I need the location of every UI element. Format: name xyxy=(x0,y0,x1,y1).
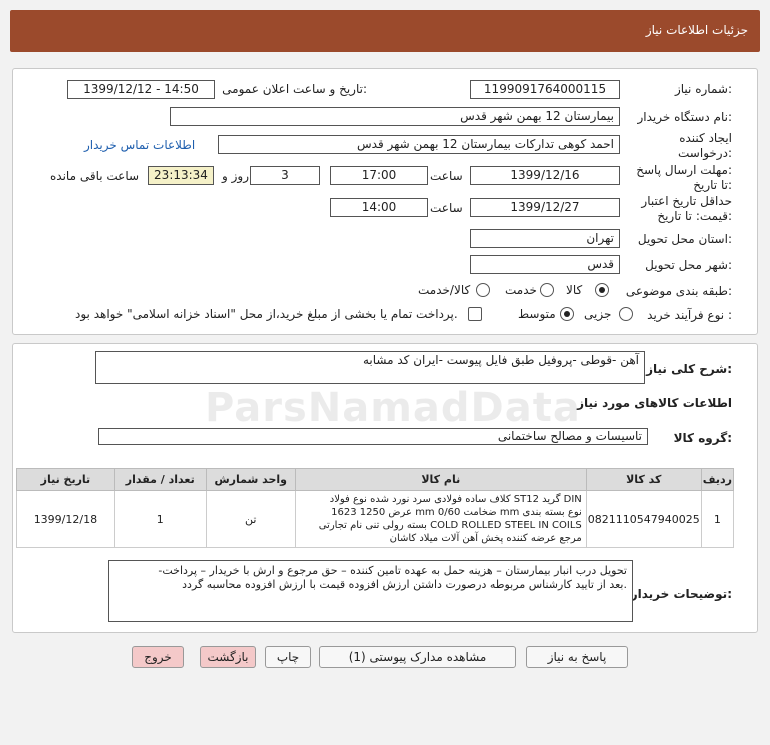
print-button[interactable]: چاپ xyxy=(265,646,311,668)
validity-label-1: حداقل تاریخ اعتبار xyxy=(641,194,732,208)
cell-date: 1399/12/18 xyxy=(16,490,115,548)
cell-name: کلاف ساده فولادی سرد نورد شده نوع فولاد … xyxy=(294,490,587,548)
remaining-time-label: ساعت باقی مانده xyxy=(50,169,140,183)
col-qty: تعداد / مقدار xyxy=(113,468,207,491)
category-label: طبقه بندی موضوعی: xyxy=(625,284,732,298)
process-radio-medium[interactable] xyxy=(560,307,574,321)
cell-name-line: کلاف ساده فولادی سرد نورد شده نوع فولاد … xyxy=(329,494,582,505)
reply-button[interactable]: پاسخ به نیاز xyxy=(526,646,628,668)
category-option-goods: کالا xyxy=(566,283,583,297)
buyer-notes-label: توضیحات خریدار: xyxy=(630,587,732,601)
validity-time-field: 14:00 xyxy=(330,198,428,217)
treasury-checkbox[interactable] xyxy=(468,307,482,321)
col-index: ردیف xyxy=(700,468,735,491)
back-button[interactable]: بازگشت xyxy=(200,646,256,668)
remaining-time-field: 23:13:34 xyxy=(148,166,214,185)
table-header-row: تاریخ نیاز تعداد / مقدار واحد شمارش نام … xyxy=(16,468,735,491)
cell-unit: تن xyxy=(205,490,296,548)
buyer-org-label: نام دستگاه خریدار: xyxy=(637,110,733,124)
days-label: روز و xyxy=(222,169,249,183)
col-name: نام کالا xyxy=(294,468,587,491)
validity-label-2: قیمت: تا تاریخ: xyxy=(657,209,732,223)
city-field: قدس xyxy=(470,255,620,274)
cell-qty: 1 xyxy=(113,490,207,548)
reply-deadline-label-2: تا تاریخ: xyxy=(693,178,732,192)
goods-group-field: تاسیسات و مصالح ساختمانی xyxy=(98,428,648,445)
buyer-notes-line: بعد از تایید کارشناس مربوطه درصورت داشتن… xyxy=(182,578,627,591)
cell-name-line: مرجع عرضه کننده پخش آهن آلات میلاد کاشان xyxy=(389,533,582,544)
category-option-service: خدمت xyxy=(505,283,537,297)
buyer-notes-line: -تحویل درب انبار بیمارستان – هزینه حمل ب… xyxy=(158,564,627,577)
reply-date-field: 1399/12/16 xyxy=(470,166,620,185)
page-title: جزئیات اطلاعات نیاز xyxy=(645,23,748,37)
validity-time-label: ساعت xyxy=(430,201,463,215)
creator-label-1: ایجاد کننده xyxy=(679,131,732,145)
goods-table: تاریخ نیاز تعداد / مقدار واحد شمارش نام … xyxy=(16,468,735,548)
summary-label: شرح کلی نیاز: xyxy=(646,362,732,376)
page-header: جزئیات اطلاعات نیاز xyxy=(10,10,760,52)
cell-name-line: 1623 عرض 1250 mm ضخامت 0/60 mm نوع بسته … xyxy=(331,507,582,518)
exit-button[interactable]: خروج xyxy=(132,646,184,668)
announce-field: 1399/12/12 - 14:50 xyxy=(67,80,215,99)
creator-label-2: درخواست: xyxy=(678,146,732,160)
creator-field: احمد کوهی تدارکات بیمارستان 12 بهمن شهر … xyxy=(218,135,620,154)
validity-date-field: 1399/12/27 xyxy=(470,198,620,217)
treasury-note: پرداخت تمام یا بخشی از مبلغ خرید،از محل … xyxy=(75,307,458,321)
process-option-medium: متوسط xyxy=(518,307,556,321)
reply-time-field: 17:00 xyxy=(330,166,428,185)
buyer-org-field: بیمارستان 12 بهمن شهر قدس xyxy=(170,107,620,126)
col-unit: واحد شمارش xyxy=(205,468,296,491)
province-label: استان محل تحویل: xyxy=(637,232,732,246)
city-label: شهر محل تحویل: xyxy=(645,258,732,272)
announce-label: تاریخ و ساعت اعلان عمومی: xyxy=(222,82,367,96)
attachments-button[interactable]: مشاهده مدارک پیوستی (1) xyxy=(319,646,516,668)
cell-name-line: بسته رولی تنی نام تجارتی COLD ROLLED STE… xyxy=(318,520,582,531)
need-number-field: 1199091764000115 xyxy=(470,80,620,99)
summary-field: آهن -قوطی -پروفیل طبق فایل پیوست -ایران … xyxy=(95,351,645,384)
reply-deadline-label-1: مهلت ارسال پاسخ: xyxy=(636,163,732,177)
process-label: نوع فرآیند خرید : xyxy=(647,308,732,322)
process-option-minor: جزیی xyxy=(584,307,612,321)
contact-info-link[interactable]: اطلاعات تماس خریدار xyxy=(84,138,195,152)
table-row[interactable]: 1399/12/18 1 تن کلاف ساده فولادی سرد نور… xyxy=(16,490,735,548)
watermark: ParsNamadData xyxy=(205,385,581,431)
goods-group-label: گروه کالا: xyxy=(673,431,732,445)
days-field: 3 xyxy=(250,166,320,185)
buyer-notes-field: -تحویل درب انبار بیمارستان – هزینه حمل ب… xyxy=(108,560,633,622)
province-field: تهران xyxy=(470,229,620,248)
reply-time-label: ساعت xyxy=(430,169,463,183)
cell-index: 1 xyxy=(700,490,735,548)
category-radio-goods[interactable] xyxy=(595,283,609,297)
col-date: تاریخ نیاز xyxy=(16,468,115,491)
col-code: کد کالا xyxy=(585,468,702,491)
category-option-goods-service: کالا/خدمت xyxy=(418,283,471,297)
goods-section-title: اطلاعات کالاهای مورد نیاز xyxy=(577,396,732,410)
process-radio-minor[interactable] xyxy=(619,307,633,321)
category-radio-service[interactable] xyxy=(540,283,554,297)
cell-code: 0821110547940025 xyxy=(585,490,702,548)
need-number-label: شماره نیاز: xyxy=(674,82,732,96)
category-radio-goods-service[interactable] xyxy=(476,283,490,297)
